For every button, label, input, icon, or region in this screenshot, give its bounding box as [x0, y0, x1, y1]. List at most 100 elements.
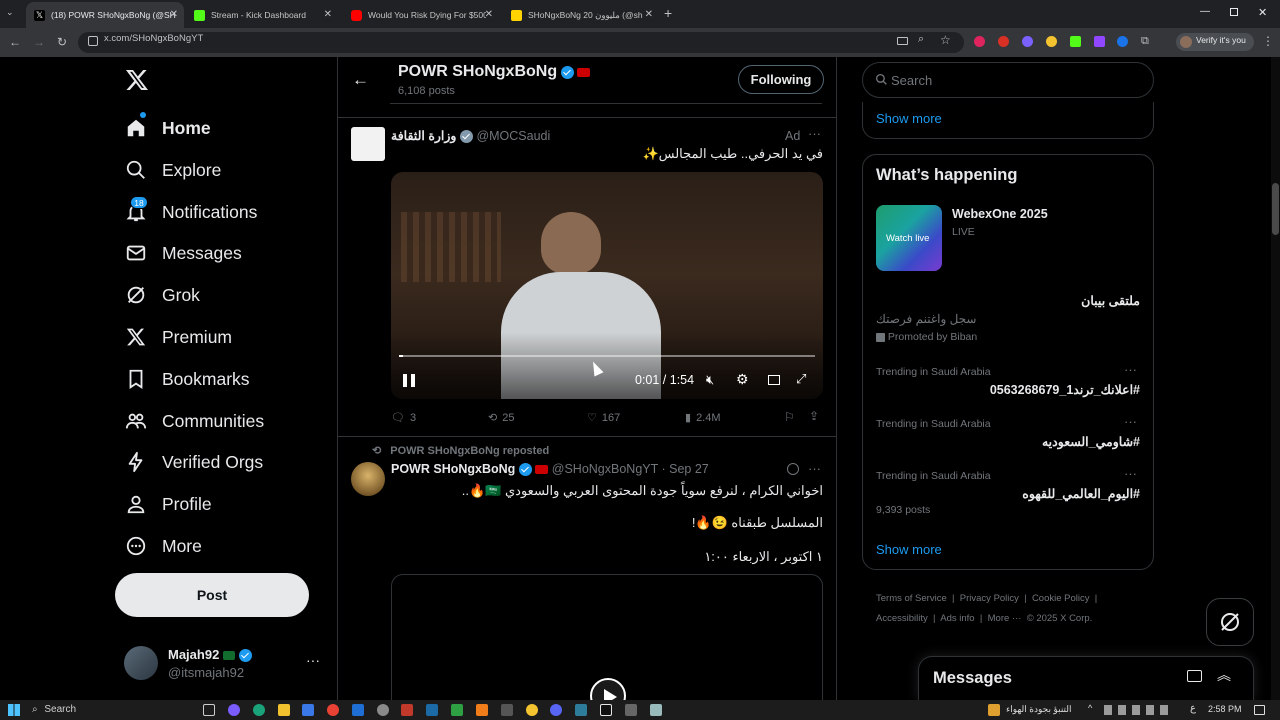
weather-widget-icon[interactable] — [988, 704, 1000, 716]
event-title[interactable]: WebexOne 2025 — [952, 207, 1048, 221]
steam-icon[interactable] — [426, 704, 438, 716]
back-arrow-icon[interactable]: ← — [352, 70, 369, 90]
footer-link[interactable]: Privacy Policy — [960, 593, 1019, 604]
store-icon[interactable] — [302, 704, 314, 716]
dock-icon[interactable] — [768, 375, 780, 385]
app-icon[interactable] — [526, 704, 538, 716]
cast-icon[interactable] — [897, 37, 908, 45]
profile-chip[interactable]: Verify it's you — [1176, 33, 1254, 51]
x-logo-icon[interactable] — [124, 68, 150, 92]
back-button[interactable]: ← — [9, 35, 21, 49]
outlook-icon[interactable] — [352, 704, 364, 716]
app-icon[interactable] — [476, 704, 488, 716]
omnibox[interactable] — [78, 32, 964, 53]
extension-icon[interactable] — [1070, 36, 1081, 47]
footer-link[interactable]: More ··· — [988, 613, 1022, 624]
site-info-icon[interactable] — [88, 36, 98, 46]
show-more-link[interactable]: Show more — [876, 542, 942, 557]
task-view-icon[interactable] — [203, 704, 215, 716]
sidebar-item-verified-orgs[interactable]: Verified Orgs — [124, 447, 263, 477]
grok-floating-button[interactable] — [1206, 598, 1254, 646]
app-icon[interactable] — [501, 704, 513, 716]
taskbar-search[interactable]: ⌕ Search — [28, 702, 196, 718]
video-player[interactable]: 0:01 / 1:54 🔇︎ ⚙ ⤢ — [391, 172, 823, 399]
tray-chevron-icon[interactable]: ^ — [1088, 703, 1092, 713]
app-icon[interactable] — [377, 704, 389, 716]
zoom-icon[interactable]: ⌕ — [918, 33, 924, 46]
tab-search-button[interactable]: ⌄ — [6, 7, 20, 21]
tab-2[interactable]: Stream - Kick Dashboard ✕ — [186, 2, 338, 28]
new-message-icon[interactable] — [1187, 670, 1202, 682]
close-tab-icon[interactable]: ✕ — [170, 9, 178, 20]
expand-icon[interactable]: ︽ — [1217, 665, 1231, 685]
footer-link[interactable]: Accessibility — [876, 613, 928, 624]
account-switcher[interactable]: Majah92 @itsmajah92 ··· — [124, 644, 320, 684]
footer-link[interactable]: Cookie Policy — [1032, 593, 1090, 604]
grok-explain-icon[interactable] — [787, 463, 799, 475]
extension-icon[interactable] — [974, 36, 985, 47]
mute-icon[interactable]: 🔇︎ — [706, 372, 714, 388]
clock[interactable]: 2:58 PM — [1208, 704, 1242, 714]
new-tab-button[interactable]: + — [664, 5, 672, 21]
footer-link[interactable]: Terms of Service — [876, 593, 947, 604]
bookmark-button[interactable]: ⚐ — [784, 410, 795, 424]
minimize-button[interactable]: — — [1200, 6, 1210, 17]
post-button[interactable]: Post — [115, 573, 309, 617]
account-more-icon[interactable]: ··· — [306, 652, 320, 668]
event-thumbnail[interactable]: Watch live — [876, 205, 942, 271]
windows-start-icon[interactable] — [8, 704, 20, 716]
trend-more-icon[interactable]: ··· — [1124, 466, 1137, 481]
app-icon[interactable] — [575, 704, 587, 716]
page-scrollbar[interactable] — [1271, 57, 1280, 700]
tiktok-icon[interactable] — [600, 704, 612, 716]
tweet-more-icon[interactable]: ··· — [808, 461, 821, 476]
close-tab-icon[interactable]: ✕ — [485, 9, 493, 20]
sidebar-item-more[interactable]: More — [124, 531, 202, 561]
browser-menu-icon[interactable]: ⋮ — [1262, 34, 1274, 48]
extension-icon[interactable] — [1117, 36, 1128, 47]
copilot-icon[interactable] — [228, 704, 240, 716]
notification-center-icon[interactable] — [1254, 705, 1265, 715]
views-button[interactable]: ▮ 2.4M — [685, 411, 721, 425]
close-tab-icon[interactable]: ✕ — [645, 9, 653, 20]
fullscreen-icon[interactable]: ⤢ — [796, 371, 806, 387]
sidebar-item-premium[interactable]: Premium — [124, 322, 232, 352]
show-more-link[interactable]: Show more — [876, 111, 942, 126]
extension-icon[interactable] — [1094, 36, 1105, 47]
share-button[interactable]: ⇪ — [809, 409, 819, 423]
sidebar-item-communities[interactable]: Communities — [124, 406, 264, 436]
sidebar-item-profile[interactable]: Profile — [124, 489, 212, 519]
settings-gear-icon[interactable]: ⚙ — [736, 371, 749, 388]
trend-more-icon[interactable]: ··· — [1124, 414, 1137, 429]
author-handle[interactable]: @SHoNgxBoNgYT — [552, 462, 658, 476]
reload-button[interactable]: ↻ — [57, 35, 67, 49]
weather-text[interactable]: التنبؤ بجودة الهواء — [1006, 704, 1072, 715]
trend-item[interactable]: Trending in Saudi Arabia ··· #اعلانك_ترن… — [876, 362, 1140, 406]
sidebar-item-explore[interactable]: Explore — [124, 155, 221, 185]
app-icon[interactable] — [451, 704, 463, 716]
app-icon[interactable] — [401, 704, 413, 716]
edge-icon[interactable] — [253, 704, 265, 716]
tab-3[interactable]: Would You Risk Dying For $500 ✕ — [343, 2, 499, 28]
tray-icons[interactable] — [1104, 705, 1172, 715]
search-input[interactable]: Search — [862, 62, 1154, 98]
messages-drawer[interactable]: Messages ︽ — [918, 656, 1254, 700]
promo-title[interactable]: ملتقى بيبان — [876, 293, 1140, 308]
sidebar-item-messages[interactable]: Messages — [124, 238, 242, 268]
bookmark-star-icon[interactable]: ☆ — [940, 33, 951, 47]
author-avatar[interactable] — [351, 462, 385, 496]
app-icon[interactable] — [650, 704, 662, 716]
scrollbar-thumb[interactable] — [1272, 183, 1279, 235]
tweet-more-icon[interactable]: ··· — [808, 126, 821, 141]
footer-link[interactable]: Ads info — [940, 613, 974, 624]
chrome-icon[interactable] — [327, 704, 339, 716]
extension-icon[interactable] — [1046, 36, 1057, 47]
tab-1[interactable]: 𝕏 (18) POWR SHoNgxBoNg (@SH ✕ — [26, 2, 184, 28]
close-window-button[interactable]: ✕ — [1258, 6, 1267, 19]
close-tab-icon[interactable]: ✕ — [324, 9, 332, 20]
pause-icon[interactable] — [403, 374, 415, 387]
following-button[interactable]: Following — [738, 65, 824, 94]
tab-4[interactable]: SHoNgxBoNg 20 مليوون (@sh ✕ — [503, 2, 659, 28]
extensions-puzzle-icon[interactable]: ⧉ — [1141, 35, 1149, 48]
sidebar-item-grok[interactable]: Grok — [124, 280, 200, 310]
